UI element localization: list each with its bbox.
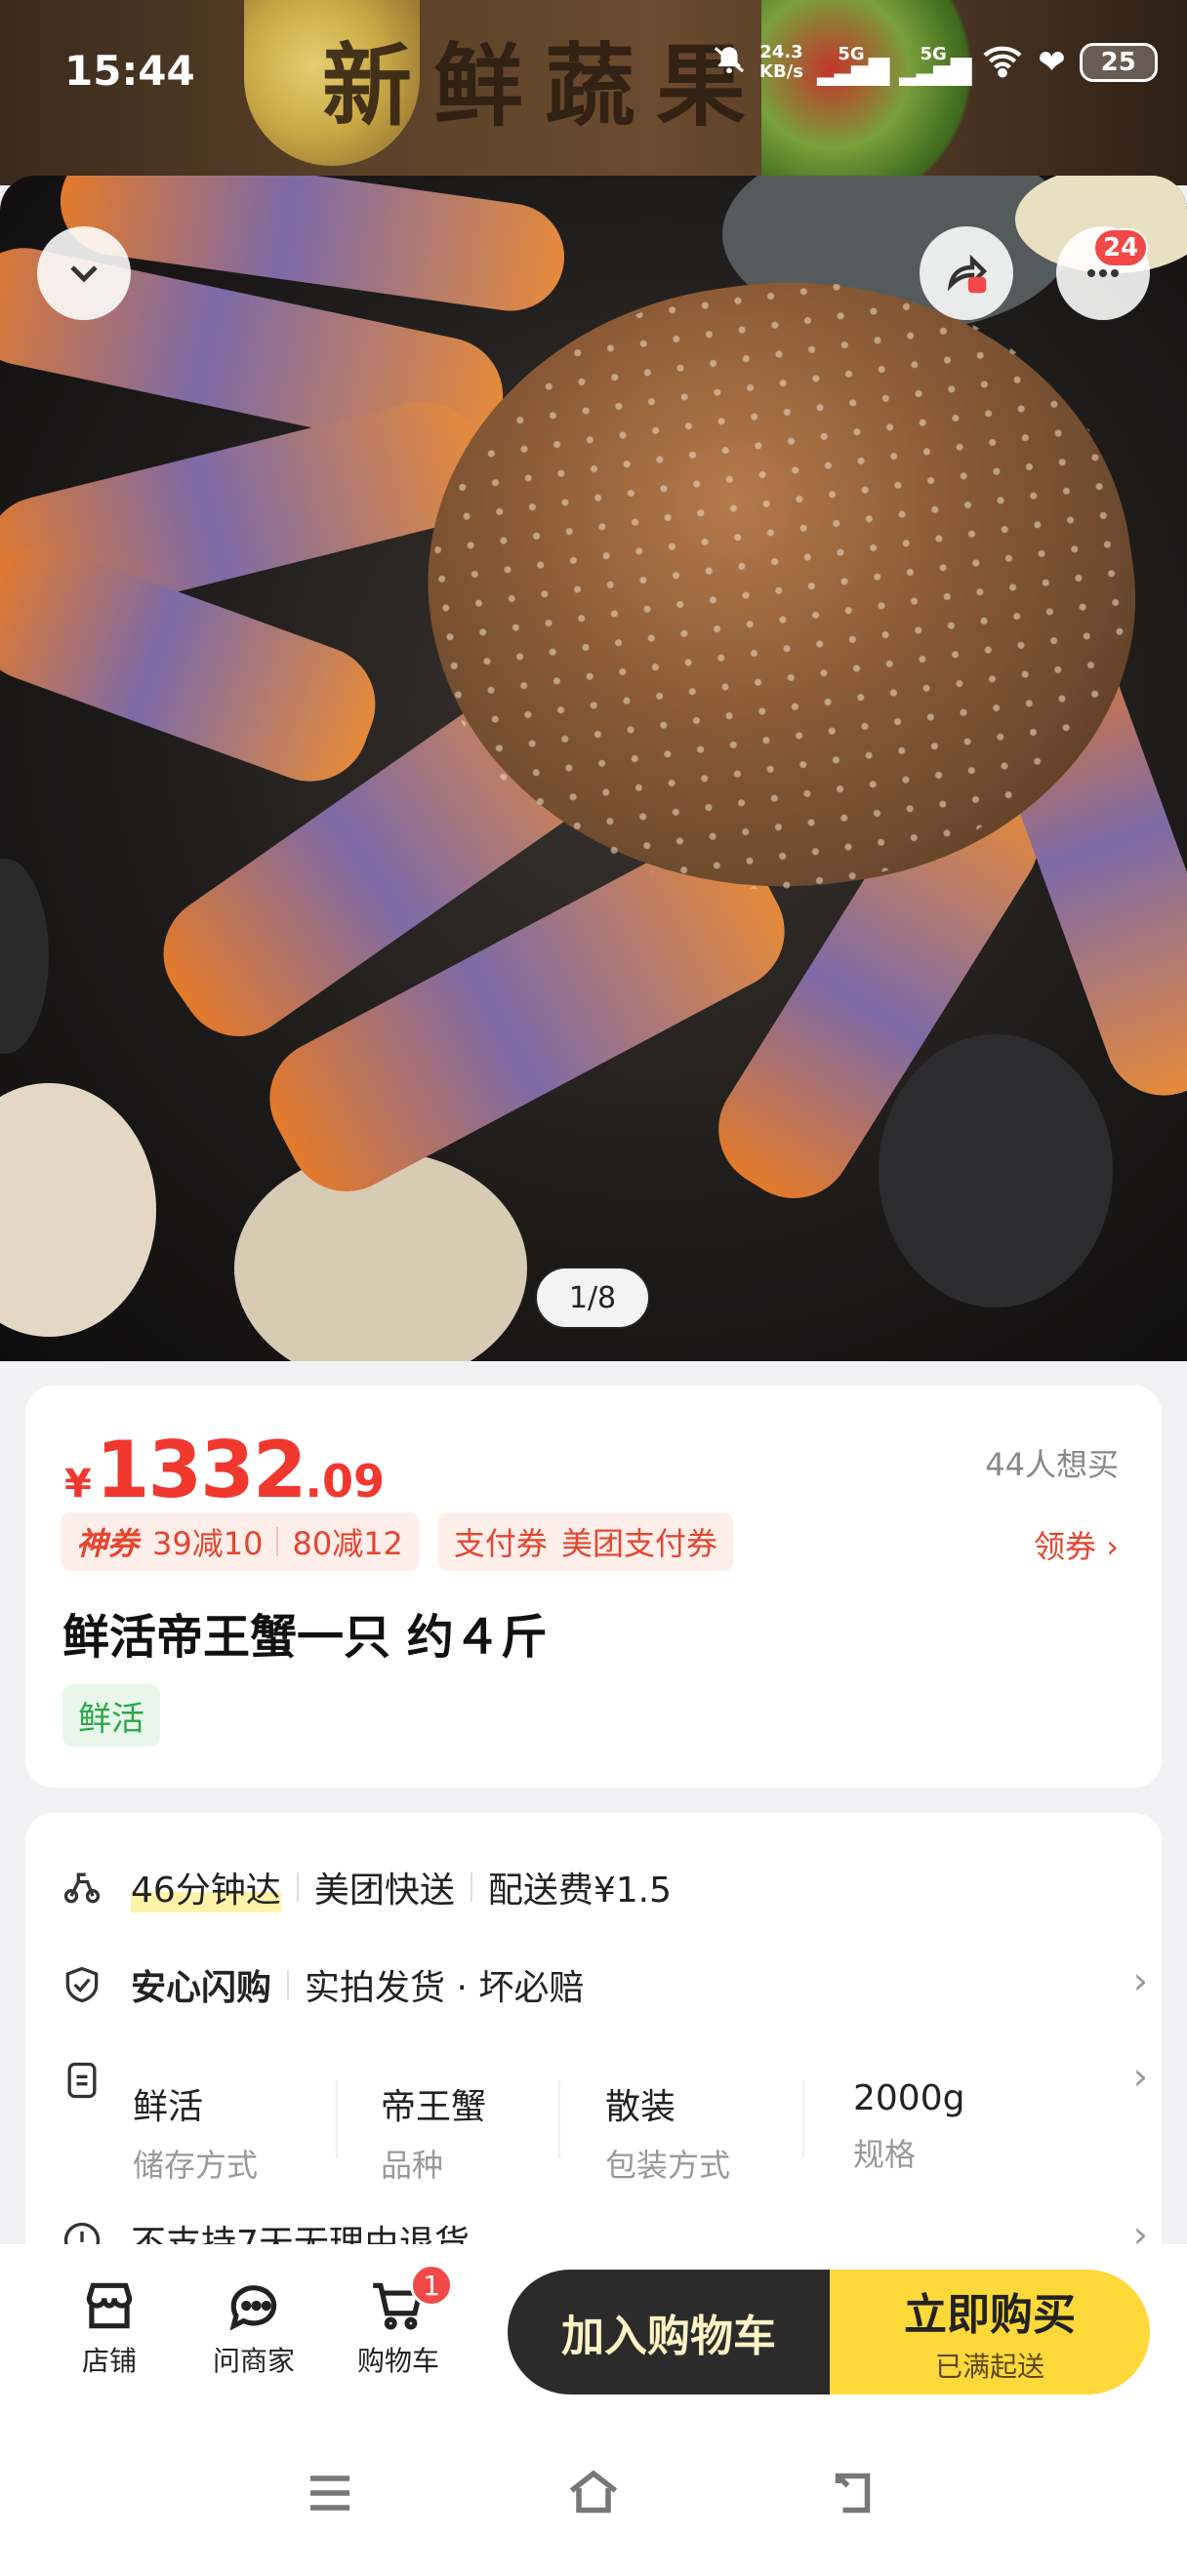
coupon-divider xyxy=(276,1527,279,1556)
banner-title: 新鲜蔬果 xyxy=(322,33,768,139)
signal-5g-icon: 5G ▂▃▅▇ xyxy=(816,44,889,86)
rock-decoration xyxy=(0,859,49,1054)
ask-merchant-button[interactable]: 问商家 xyxy=(195,2275,312,2379)
coupon-shenquan[interactable]: 神券 39减10 80减12 xyxy=(61,1512,419,1571)
status-icons: 24.3 KB/s 5G ▂▃▅▇ 5G ▂▃▅▇ ❤ 25 xyxy=(713,42,1158,86)
spec-variety: 帝王蟹 品种 xyxy=(381,2087,487,2184)
price-currency: ¥ xyxy=(64,1462,92,1507)
spec-size: 2000g 规格 xyxy=(853,2078,965,2173)
notification-badge: 24 xyxy=(1093,228,1149,267)
price-decimal: .09 xyxy=(305,1455,386,1508)
assurance-title: 安心闪购 xyxy=(131,1968,272,2008)
price-card: ¥ 1332 .09 44人想买 神券 39减10 80减12 支付券 美团支付… xyxy=(25,1386,1162,1788)
back-arrow-icon xyxy=(835,2473,871,2514)
home-button[interactable] xyxy=(554,2459,633,2527)
get-coupon-link[interactable]: 领券 › xyxy=(1034,1522,1119,1567)
spec-divider xyxy=(802,2080,804,2158)
home-icon xyxy=(569,2470,618,2514)
product-price: ¥ 1332 .09 xyxy=(64,1425,385,1515)
divider xyxy=(287,1970,290,1999)
share-arrow-icon xyxy=(947,254,988,294)
rock-decoration xyxy=(234,1151,527,1361)
delivery-bike-icon xyxy=(61,1866,103,1909)
want-count: 44人想买 xyxy=(985,1446,1119,1483)
shield-check-icon xyxy=(61,1963,103,2006)
back-button[interactable] xyxy=(816,2459,894,2527)
collapse-button[interactable] xyxy=(37,226,131,320)
chevron-right-icon[interactable]: › xyxy=(1133,1959,1148,2002)
chevron-right-icon: › xyxy=(1106,1528,1119,1565)
coupon-tag: 神券 xyxy=(76,1525,140,1562)
share-button[interactable] xyxy=(920,226,1013,320)
price-integer: 1332 xyxy=(95,1425,307,1515)
rock-decoration xyxy=(879,1034,1113,1308)
image-page-indicator: 1/8 xyxy=(535,1267,650,1329)
bottom-action-bar: 店铺 问商家 购物车 1 加入购物车 立即购买 已满起送 xyxy=(0,2244,1187,2410)
coupon-item: 39减10 xyxy=(152,1525,264,1562)
status-time: 15:44 xyxy=(64,47,195,95)
coupon-payment[interactable]: 支付券 美团支付券 xyxy=(437,1512,733,1571)
delivery-fee: 配送费¥1.5 xyxy=(487,1871,672,1911)
rock-decoration xyxy=(0,1083,156,1337)
wifi-icon xyxy=(981,43,1024,82)
assurance-row[interactable]: 安心闪购 实拍发货 · 坏必赔 xyxy=(61,1959,584,2010)
battery-indicator: 25 xyxy=(1079,43,1158,82)
menu-lines-icon xyxy=(310,2475,349,2511)
network-speed: 24.3 KB/s xyxy=(759,42,803,82)
menu-button[interactable] xyxy=(291,2459,369,2527)
buy-now-button[interactable]: 立即购买 已满起送 xyxy=(830,2270,1150,2395)
document-icon xyxy=(61,2059,103,2102)
divider xyxy=(296,1872,299,1902)
chevron-right-icon[interactable]: › xyxy=(1133,2055,1148,2098)
product-title: 鲜活帝王蟹一只 约４斤 xyxy=(62,1610,548,1665)
system-navigation-bar xyxy=(0,2410,1187,2576)
delivery-service: 美团快送 xyxy=(313,1871,455,1911)
delivery-row: 46分钟达 美团快送 配送费¥1.5 xyxy=(61,1862,672,1912)
heart-icon: ❤ xyxy=(1038,43,1066,82)
delivery-time: 46分钟达 xyxy=(131,1862,281,1912)
store-icon xyxy=(86,2282,133,2329)
cart-count-badge: 1 xyxy=(410,2264,453,2307)
spec-divider xyxy=(336,2080,338,2158)
coupon-tag: 支付券 xyxy=(453,1525,548,1562)
shop-button[interactable]: 店铺 xyxy=(51,2275,168,2379)
add-to-cart-button[interactable]: 加入购物车 xyxy=(508,2270,830,2395)
product-image-carousel[interactable]: 24 1/8 xyxy=(0,176,1187,1361)
spec-divider xyxy=(558,2080,560,2158)
spec-packaging: 散装 包装方式 xyxy=(605,2087,731,2184)
chat-bubble-icon xyxy=(229,2285,277,2331)
product-detail-page: 新鲜蔬果 15:44 24.3 KB/s 5G ▂▃▅▇ 5G ▂▃▅▇ ❤ 25 xyxy=(0,0,1187,2576)
specs-row[interactable] xyxy=(61,2059,131,2102)
assurance-desc: 实拍发货 · 坏必赔 xyxy=(305,1968,585,2008)
divider xyxy=(470,1872,472,1902)
chevron-down-icon xyxy=(70,265,98,283)
fresh-tag: 鲜活 xyxy=(62,1684,160,1747)
mute-bell-icon xyxy=(713,43,746,82)
signal-5g-icon: 5G ▂▃▅▇ xyxy=(899,44,971,86)
spec-storage: 鲜活 储存方式 xyxy=(133,2087,259,2184)
coupon-item: 80减12 xyxy=(292,1525,403,1562)
coupon-item: 美团支付券 xyxy=(560,1525,717,1562)
banner-produce-image xyxy=(761,0,996,176)
cart-button[interactable]: 购物车 1 xyxy=(340,2264,457,2379)
coupon-row: 神券 39减10 80减12 支付券 美团支付券 xyxy=(61,1512,733,1571)
